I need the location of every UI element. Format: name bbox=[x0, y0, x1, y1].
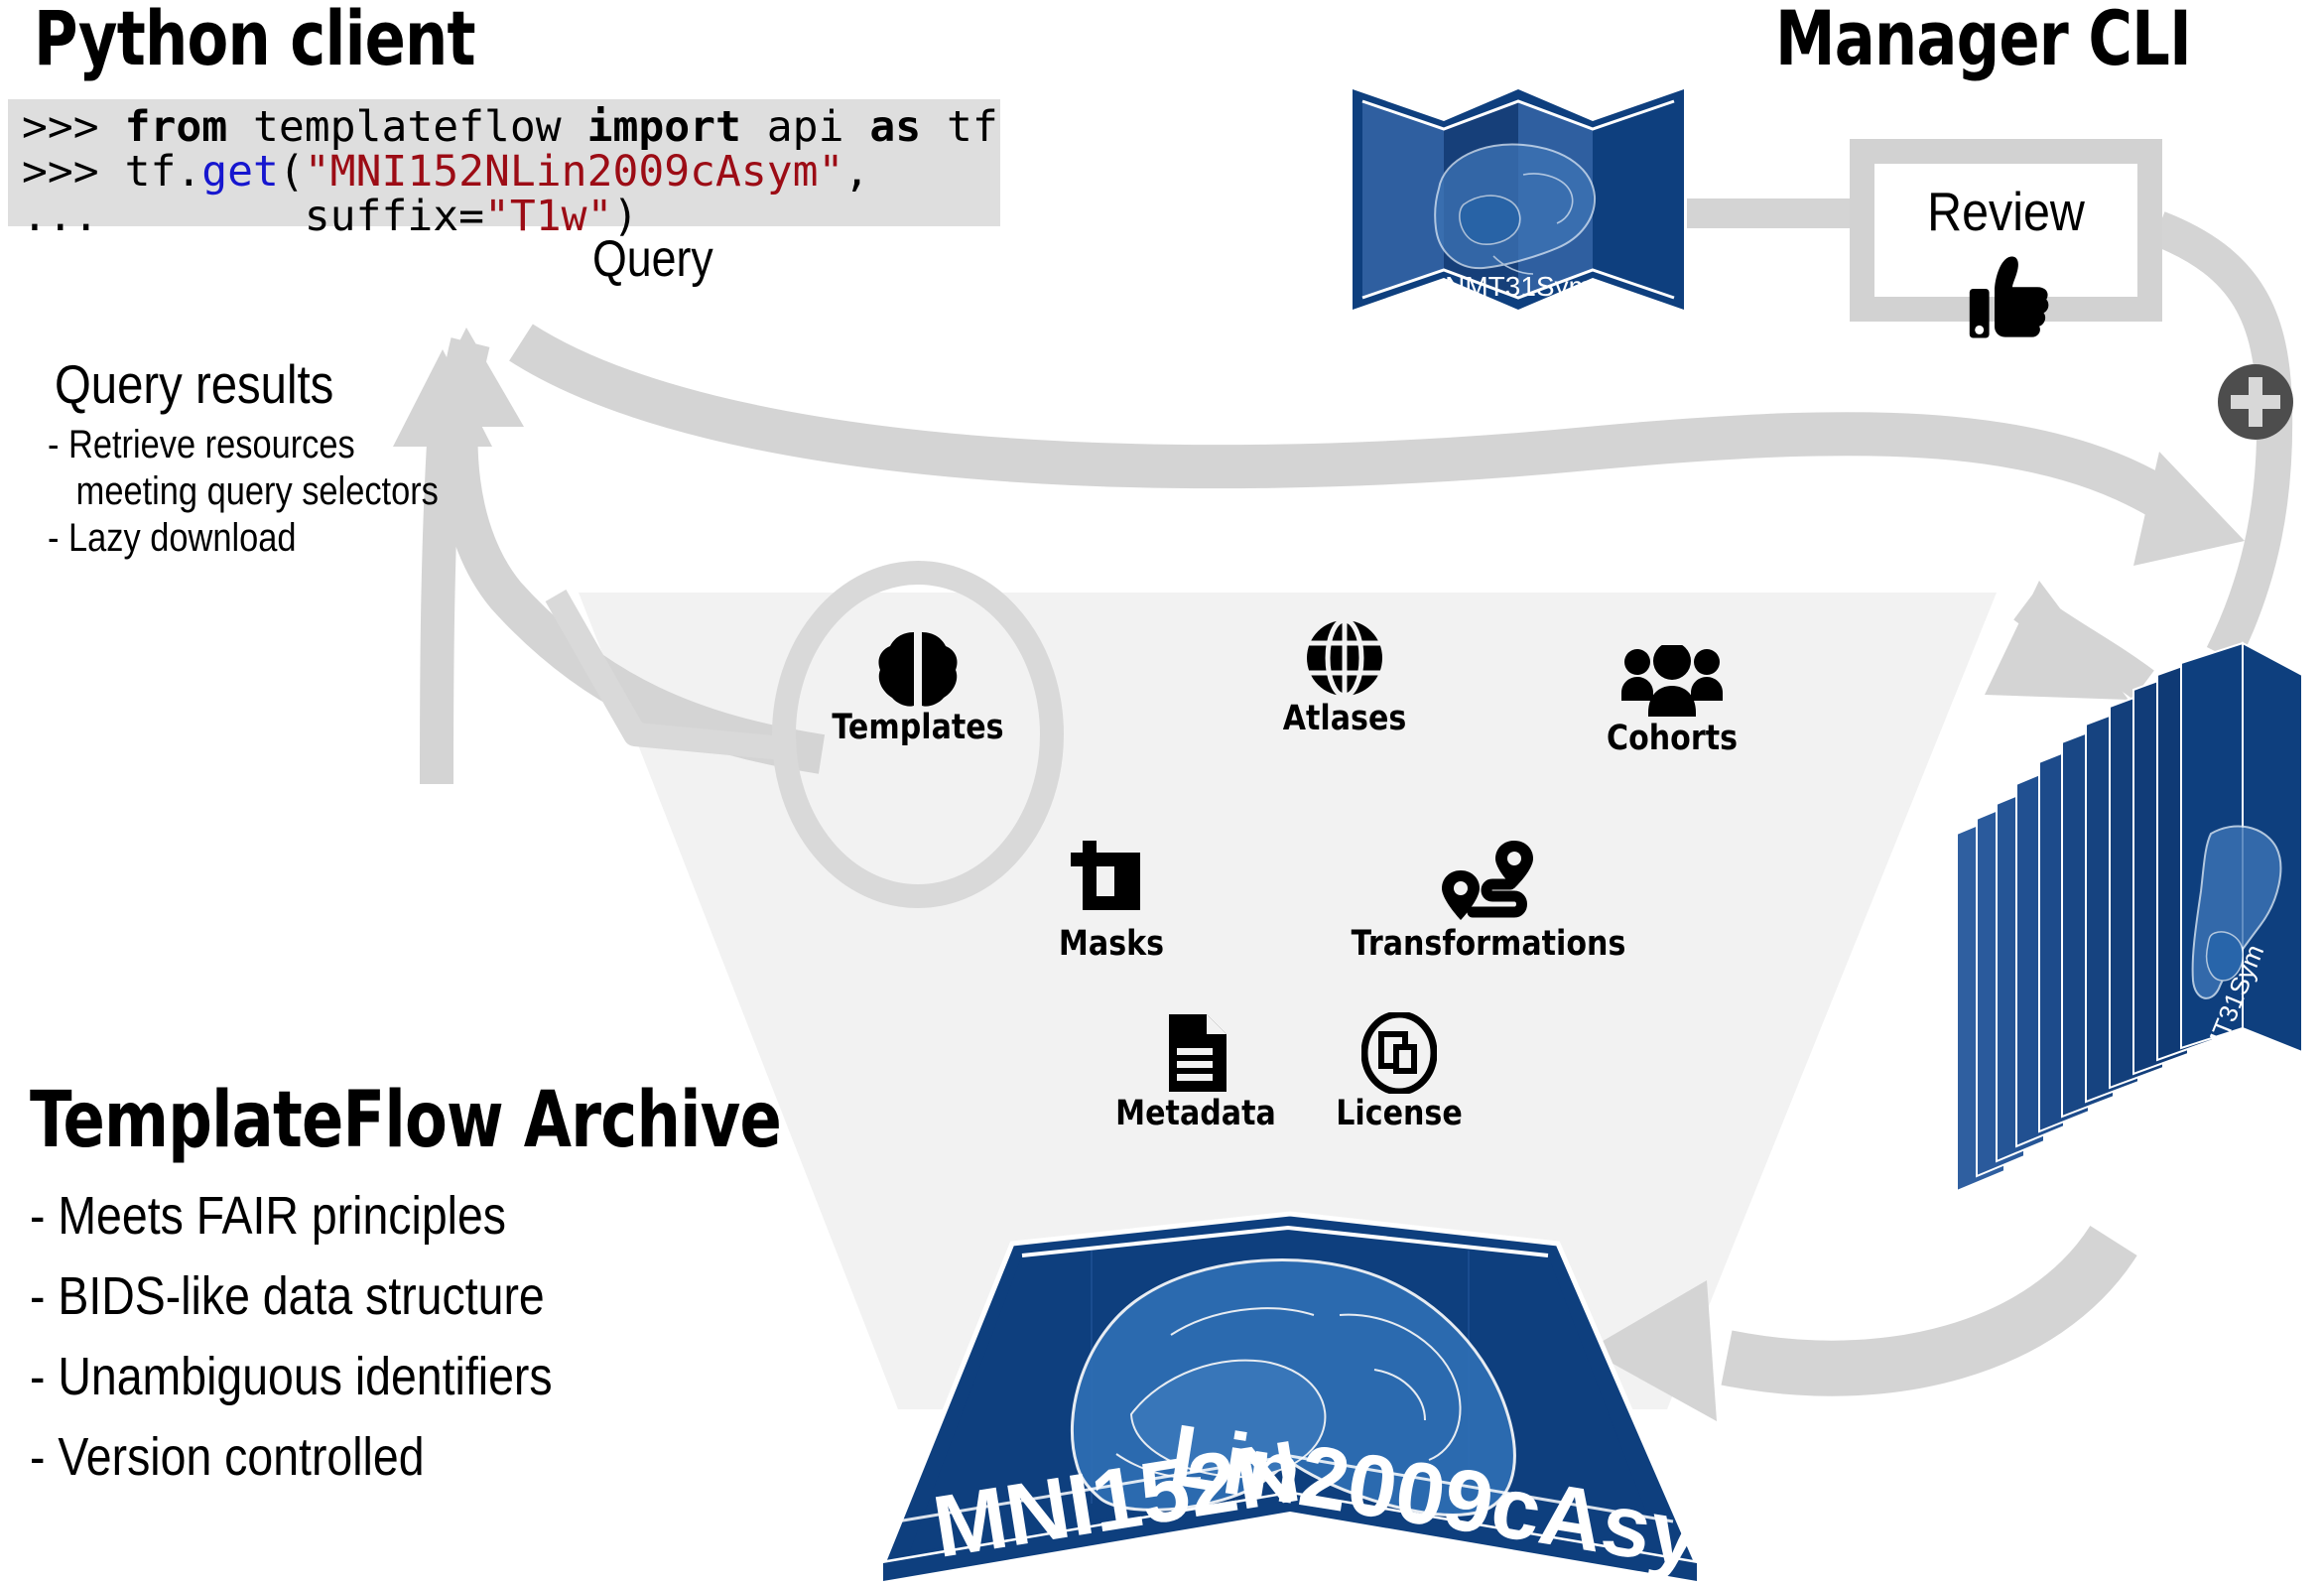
archive-feature-bullets: - Meets FAIR principles - BIDS-like data… bbox=[30, 1186, 553, 1487]
funnel-item-label: Templates bbox=[832, 708, 1004, 747]
globe-icon bbox=[1307, 617, 1382, 699]
map-card-label: NMT31Sym bbox=[1445, 271, 1592, 302]
query-results-title: Query results bbox=[55, 353, 334, 415]
funnel-item-atlases[interactable]: Atlases bbox=[1226, 617, 1464, 738]
thumbs-up-icon bbox=[1969, 256, 2049, 338]
code-line-2: >>> tf.get("MNI152NLin2009cAsym", bbox=[22, 147, 869, 197]
copyleft-copy-icon bbox=[1361, 1012, 1437, 1094]
funnel-item-label: Metadata bbox=[1115, 1094, 1276, 1133]
query-arrow bbox=[509, 324, 2201, 534]
kwarg-suffix: suffix= bbox=[304, 192, 484, 241]
funnel-item-masks[interactable]: Masks bbox=[992, 839, 1230, 964]
query-results-bullets: - Retrieve resources meeting query selec… bbox=[48, 423, 439, 560]
module-api: api bbox=[740, 102, 870, 152]
funnel-item-license[interactable]: License bbox=[1290, 1012, 1508, 1133]
prompt-2: >>> bbox=[22, 147, 125, 197]
keyword-from: from bbox=[124, 102, 228, 152]
map-card-stack[interactable]: NMT31Sym bbox=[1945, 635, 2324, 1231]
funnel-item-cohorts[interactable]: Cohorts bbox=[1548, 645, 1796, 758]
route-pins-icon bbox=[1442, 841, 1533, 920]
python-code-snippet: >>> from templateflow import api as tf >… bbox=[8, 99, 1000, 239]
prompt-1: >>> bbox=[22, 102, 125, 152]
query-arrow-label: Query bbox=[592, 230, 713, 288]
funnel-item-label: Transformations bbox=[1351, 924, 1626, 964]
brain-icon bbox=[878, 632, 958, 707]
page-title-templateflow-archive: TemplateFlow Archive bbox=[30, 1076, 782, 1165]
crop-icon bbox=[1071, 841, 1140, 910]
diagram-canvas: Python client Manager CLI TemplateFlow A… bbox=[0, 0, 2324, 1585]
page-title-python-client: Python client bbox=[34, 0, 476, 82]
review-to-stack-arrow bbox=[2151, 211, 2293, 664]
indent-pad bbox=[99, 192, 305, 241]
funnel-item-label: Masks bbox=[1058, 924, 1165, 964]
funnel-item-label: Cohorts bbox=[1606, 719, 1739, 758]
keyword-import: import bbox=[586, 102, 741, 152]
funnel-item-templates[interactable]: Templates bbox=[789, 630, 1047, 747]
people-group-icon bbox=[1621, 645, 1723, 717]
page-title-manager-cli: Manager CLI bbox=[1775, 0, 2192, 82]
map-card-nmt31sym[interactable]: NMT31Sym bbox=[1345, 79, 1692, 328]
alias-tf: tf bbox=[921, 102, 998, 152]
funnel-item-transformations[interactable]: Transformations bbox=[1300, 839, 1677, 964]
funnel-item-label: License bbox=[1336, 1094, 1463, 1133]
map-card-mni152nlin2009casym[interactable]: MNI152N Lin2009cAsym MNI152NLin2009cAsym bbox=[873, 1166, 1697, 1585]
stack-to-archive-arrow bbox=[1721, 1225, 2137, 1396]
plus-circle-icon[interactable] bbox=[2216, 362, 2295, 442]
paren-open: ( bbox=[278, 147, 305, 197]
prompt-3: ... bbox=[22, 192, 99, 241]
funnel-item-metadata[interactable]: Metadata bbox=[1077, 1012, 1315, 1133]
object-tf: tf. bbox=[124, 147, 202, 197]
string-template-id: "MNI152NLin2009cAsym" bbox=[304, 147, 844, 197]
code-line-1: >>> from templateflow import api as tf bbox=[22, 102, 998, 152]
function-get: get bbox=[201, 147, 279, 197]
funnel-item-label: Atlases bbox=[1282, 699, 1407, 738]
document-lines-icon bbox=[1169, 1014, 1227, 1092]
review-label: Review bbox=[1927, 181, 2085, 242]
comma: , bbox=[843, 147, 870, 197]
keyword-as: as bbox=[869, 102, 922, 152]
code-line-3: ... suffix="T1w") bbox=[22, 192, 638, 241]
review-connector-line bbox=[1687, 198, 1866, 228]
module-templateflow: templateflow bbox=[227, 102, 587, 152]
